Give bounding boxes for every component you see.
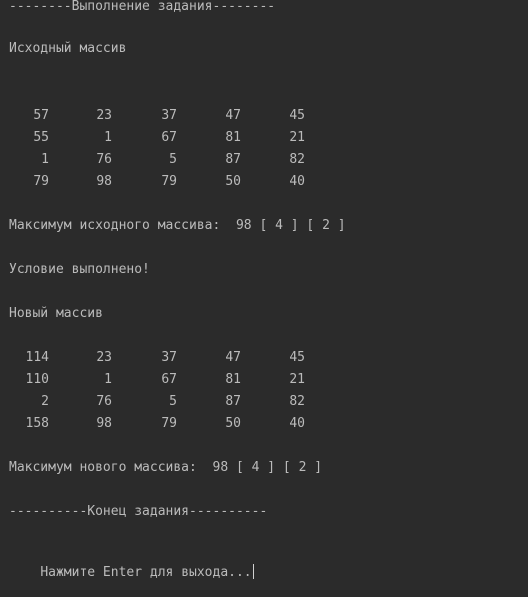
matrix-cell: 110 (25, 372, 49, 387)
matrix-cell: 1 (41, 152, 49, 167)
matrix-cell: 67 (161, 130, 177, 145)
matrix-cell: 1 (104, 130, 112, 145)
matrix-cell: 57 (33, 108, 49, 123)
matrix-cell: 87 (225, 152, 241, 167)
matrix-cell: 21 (289, 372, 305, 387)
matrix-cell: 158 (25, 416, 49, 431)
matrix-cell: 23 (96, 350, 112, 365)
source-array-title: Исходный массив (9, 41, 127, 56)
matrix-cell: 98 (96, 174, 112, 189)
matrix-cell: 79 (33, 174, 49, 189)
matrix-cell: 45 (289, 350, 305, 365)
matrix-cell: 50 (225, 174, 241, 189)
new-array-title: Новый массив (9, 306, 103, 321)
matrix-cell: 2 (41, 394, 49, 409)
matrix-cell: 114 (25, 350, 49, 365)
matrix-cell: 40 (289, 174, 305, 189)
matrix-cell: 82 (289, 152, 305, 167)
matrix-cell: 67 (161, 372, 177, 387)
new-array-matrix: 114 23 37 47 45 110 1 67 81 21 2 76 5 87… (9, 350, 329, 438)
matrix-row: 55 1 67 81 21 (9, 130, 329, 152)
matrix-cell: 37 (161, 350, 177, 365)
matrix-cell: 47 (225, 350, 241, 365)
matrix-cell: 76 (96, 394, 112, 409)
matrix-row: 2 76 5 87 82 (9, 394, 329, 416)
matrix-cell: 87 (225, 394, 241, 409)
matrix-cell: 55 (33, 130, 49, 145)
matrix-cell: 76 (96, 152, 112, 167)
matrix-cell: 45 (289, 108, 305, 123)
matrix-row: 1 76 5 87 82 (9, 152, 329, 174)
text-cursor (252, 564, 254, 579)
matrix-cell: 40 (289, 416, 305, 431)
matrix-row: 110 1 67 81 21 (9, 372, 329, 394)
matrix-cell: 50 (225, 416, 241, 431)
matrix-row: 158 98 79 50 40 (9, 416, 329, 438)
task-header-line: --------Выполнение задания-------- (9, 0, 276, 14)
new-max-line: Максимум нового массива: 98 [ 4 ] [ 2 ] (9, 460, 323, 475)
matrix-cell: 5 (169, 152, 177, 167)
exit-prompt-line[interactable]: Нажмите Enter для выхода... (9, 548, 254, 580)
matrix-cell: 81 (225, 372, 241, 387)
matrix-cell: 1 (104, 372, 112, 387)
matrix-cell: 5 (169, 394, 177, 409)
matrix-cell: 23 (96, 108, 112, 123)
task-footer-line: ----------Конец задания---------- (9, 504, 268, 519)
matrix-cell: 82 (289, 394, 305, 409)
matrix-cell: 21 (289, 130, 305, 145)
matrix-row: 79 98 79 50 40 (9, 174, 329, 196)
matrix-cell: 98 (96, 416, 112, 431)
matrix-cell: 47 (225, 108, 241, 123)
matrix-row: 57 23 37 47 45 (9, 108, 329, 130)
matrix-cell: 79 (161, 174, 177, 189)
source-max-line: Максимум исходного массива: 98 [ 4 ] [ 2… (9, 218, 346, 233)
matrix-row: 114 23 37 47 45 (9, 350, 329, 372)
matrix-cell: 37 (161, 108, 177, 123)
source-array-matrix: 57 23 37 47 45 55 1 67 81 21 1 76 5 87 8… (9, 108, 329, 196)
matrix-cell: 81 (225, 130, 241, 145)
matrix-cell: 79 (161, 416, 177, 431)
condition-line: Условие выполнено! (9, 262, 150, 277)
exit-prompt-text: Нажмите Enter для выхода... (40, 565, 252, 580)
